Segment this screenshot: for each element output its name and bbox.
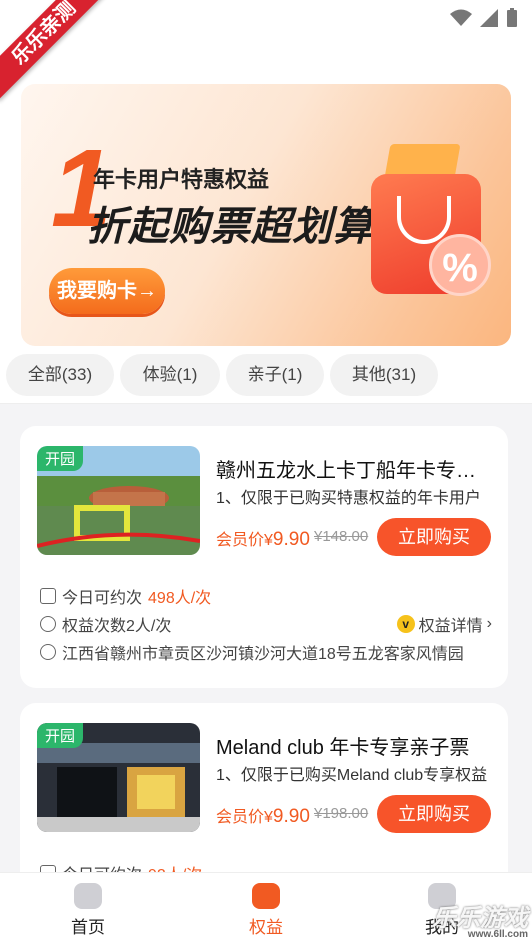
nav-benefits[interactable]: 权益 — [216, 883, 316, 938]
member-price: 会员价¥9.90 — [216, 526, 310, 551]
category-tabs: 全部(33) 体验(1) 亲子(1) 其他(31) — [0, 348, 532, 404]
signal-icon — [480, 9, 498, 27]
watermark: 乐乐游戏 www.6ll.com — [432, 898, 528, 940]
daily-label: 今日可约次 — [62, 590, 143, 607]
member-price: 会员价¥9.90 — [216, 803, 310, 828]
address-row: 江西省赣州市章贡区沙河镇沙河大道18号五龙客家风情园 — [40, 640, 490, 664]
benefit-detail-link[interactable]: v 权益详情 › — [396, 612, 492, 636]
wifi-icon — [450, 9, 472, 26]
chevron-right-icon: › — [486, 615, 492, 632]
ticket-card[interactable]: 开园 赣州五龙水上卡丁船年卡专享票 1、仅限于已购买特惠权益的年卡用户 会员价¥… — [20, 426, 508, 688]
benefit-label: 权益次数2人/次 — [62, 618, 172, 635]
buy-card-button[interactable]: 我要购卡→ — [49, 268, 165, 314]
tab-family[interactable]: 亲子(1) — [226, 354, 324, 396]
buy-now-button[interactable]: 立即购买 — [377, 518, 491, 556]
nav-home-label: 首页 — [71, 918, 105, 937]
ticket-thumbnail: 开园 — [37, 723, 200, 832]
buy-now-button[interactable]: 立即购买 — [377, 795, 491, 833]
banner-title: 折起购票超划算 — [87, 205, 374, 249]
price-value: 9.90 — [272, 529, 310, 550]
tab-all[interactable]: 全部(33) — [6, 354, 114, 396]
daily-quota: 今日可约次 498人/次 — [40, 584, 490, 608]
location-icon — [40, 644, 56, 660]
detail-label: 权益详情 — [418, 618, 483, 635]
vip-icon: v — [396, 615, 415, 633]
address-text: 江西省赣州市章贡区沙河镇沙河大道18号五龙客家风情园 — [62, 646, 464, 663]
price-prefix: 会员价¥ — [216, 532, 273, 549]
original-price: ¥148.00 — [314, 528, 369, 545]
crown-icon — [40, 616, 56, 632]
ticket-title: Meland club 年卡专享亲子票 — [216, 737, 470, 759]
crown-icon — [252, 883, 280, 909]
watermark-text: 乐乐游戏 — [432, 905, 528, 932]
tab-experience[interactable]: 体验(1) — [120, 354, 220, 396]
promo-banner[interactable]: 1 年卡用户特惠权益 折起购票超划算 我要购卡→ % — [21, 84, 511, 346]
tab-other[interactable]: 其他(31) — [330, 354, 438, 396]
ticket-description: 1、仅限于已购买Meland club专享权益 — [216, 767, 488, 784]
ticket-thumbnail: 开园 — [37, 446, 200, 555]
price-prefix: 会员价¥ — [216, 809, 273, 826]
banner-subtitle: 年卡用户特惠权益 — [93, 167, 270, 192]
calendar-icon — [40, 588, 56, 604]
home-icon — [74, 883, 102, 909]
status-icons — [450, 8, 518, 28]
daily-value: 498人/次 — [148, 590, 212, 607]
ticket-description: 1、仅限于已购买特惠权益的年卡用户 — [216, 490, 481, 507]
nav-home[interactable]: 首页 — [38, 883, 138, 938]
nav-benefits-label: 权益 — [249, 918, 283, 937]
discount-badge: % — [429, 234, 491, 296]
original-price: ¥198.00 — [314, 805, 369, 822]
benefit-count: 权益次数2人/次 — [40, 612, 340, 636]
price-value: 9.90 — [272, 806, 310, 827]
shopping-bag-icon: % — [371, 144, 491, 296]
status-badge: 开园 — [37, 446, 84, 471]
battery-icon — [507, 8, 517, 27]
ticket-title: 赣州五龙水上卡丁船年卡专享票 — [216, 460, 491, 482]
status-badge: 开园 — [37, 723, 84, 748]
